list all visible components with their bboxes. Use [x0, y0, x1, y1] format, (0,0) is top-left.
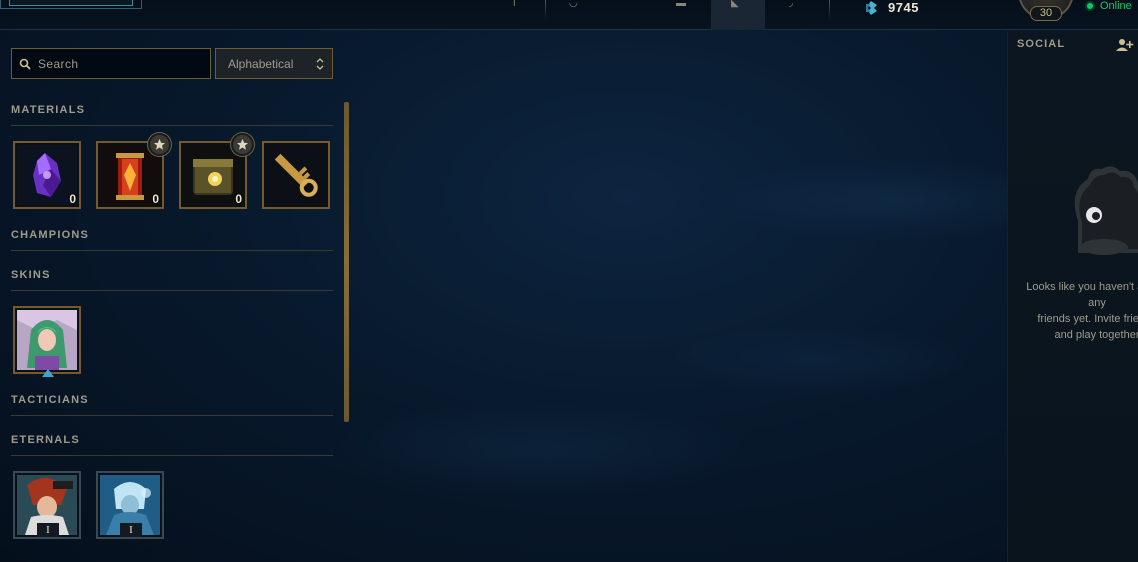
background-art: [340, 30, 1010, 562]
section-title-skins: SKINS: [11, 269, 333, 291]
nav-divider: [829, 0, 830, 20]
sort-arrows-icon: [316, 58, 324, 70]
store-nav-icon[interactable]: ◞: [789, 0, 793, 10]
masterwork-chest-icon: [100, 145, 160, 205]
riot-points-value[interactable]: 9745: [888, 0, 919, 15]
eternal-item[interactable]: I: [13, 471, 81, 539]
hextech-chest-icon: [183, 145, 243, 205]
play-button-frame[interactable]: [0, 0, 142, 9]
social-empty-message: Looks like you haven't added any friends…: [1026, 281, 1138, 341]
search-input[interactable]: [38, 55, 206, 73]
eternal-count: I: [120, 523, 142, 537]
loot-nav-icon: ◣: [731, 0, 739, 9]
sort-dropdown-value: Alphabetical: [228, 57, 294, 71]
play-button[interactable]: [9, 0, 133, 6]
material-item-essence[interactable]: 0: [13, 141, 81, 209]
item-count: 0: [69, 192, 76, 206]
essence-crystal-icon: [17, 145, 77, 205]
search-icon: [19, 58, 31, 70]
profile-nav-icon[interactable]: ◡: [569, 0, 578, 10]
level-badge: 30: [1030, 6, 1062, 21]
section-title-eternals: ETERNALS: [11, 434, 333, 456]
riot-points-icon: [866, 1, 877, 15]
add-friend-icon[interactable]: [1116, 38, 1134, 52]
nav-divider: [545, 0, 546, 20]
eternal-count: I: [37, 523, 59, 537]
search-box[interactable]: [11, 48, 211, 79]
skin-portrait: [17, 310, 77, 370]
star-badge: [148, 133, 171, 156]
star-badge: [231, 133, 254, 156]
material-item-hextech-chest[interactable]: 0: [179, 133, 254, 209]
status-text[interactable]: Online: [1100, 0, 1132, 12]
skin-indicator-icon: [42, 369, 54, 377]
loot-nav-tab-active[interactable]: ◣: [711, 0, 765, 30]
material-item-hextech-key[interactable]: [262, 141, 330, 209]
online-status-icon: [1085, 1, 1095, 11]
eternal-item[interactable]: I: [96, 471, 164, 539]
poro-icon: [1074, 166, 1138, 255]
item-count: 0: [235, 192, 242, 206]
item-count: 0: [152, 192, 159, 206]
home-icon[interactable]: ǀ: [513, 0, 516, 10]
material-item-masterwork-chest[interactable]: 0: [96, 133, 171, 209]
star-icon: [236, 138, 249, 150]
section-title-materials: MATERIALS: [11, 104, 333, 126]
sort-dropdown[interactable]: Alphabetical: [215, 48, 333, 79]
skin-item[interactable]: [13, 306, 81, 374]
star-icon: [153, 138, 166, 150]
top-nav-bar: ǀ ◡ ▬ ◣ ◞ 9745 30 Online: [0, 0, 1138, 30]
collection-nav-icon[interactable]: ▬: [676, 0, 686, 10]
hextech-key-icon: [266, 145, 326, 205]
section-title-tacticians: TACTICIANS: [11, 394, 333, 416]
inventory-scrollbar[interactable]: [344, 102, 349, 422]
social-title: SOCIAL: [1017, 38, 1066, 50]
social-panel: SOCIAL Looks like you haven't added any …: [1007, 31, 1138, 562]
section-title-champions: CHAMPIONS: [11, 229, 333, 251]
